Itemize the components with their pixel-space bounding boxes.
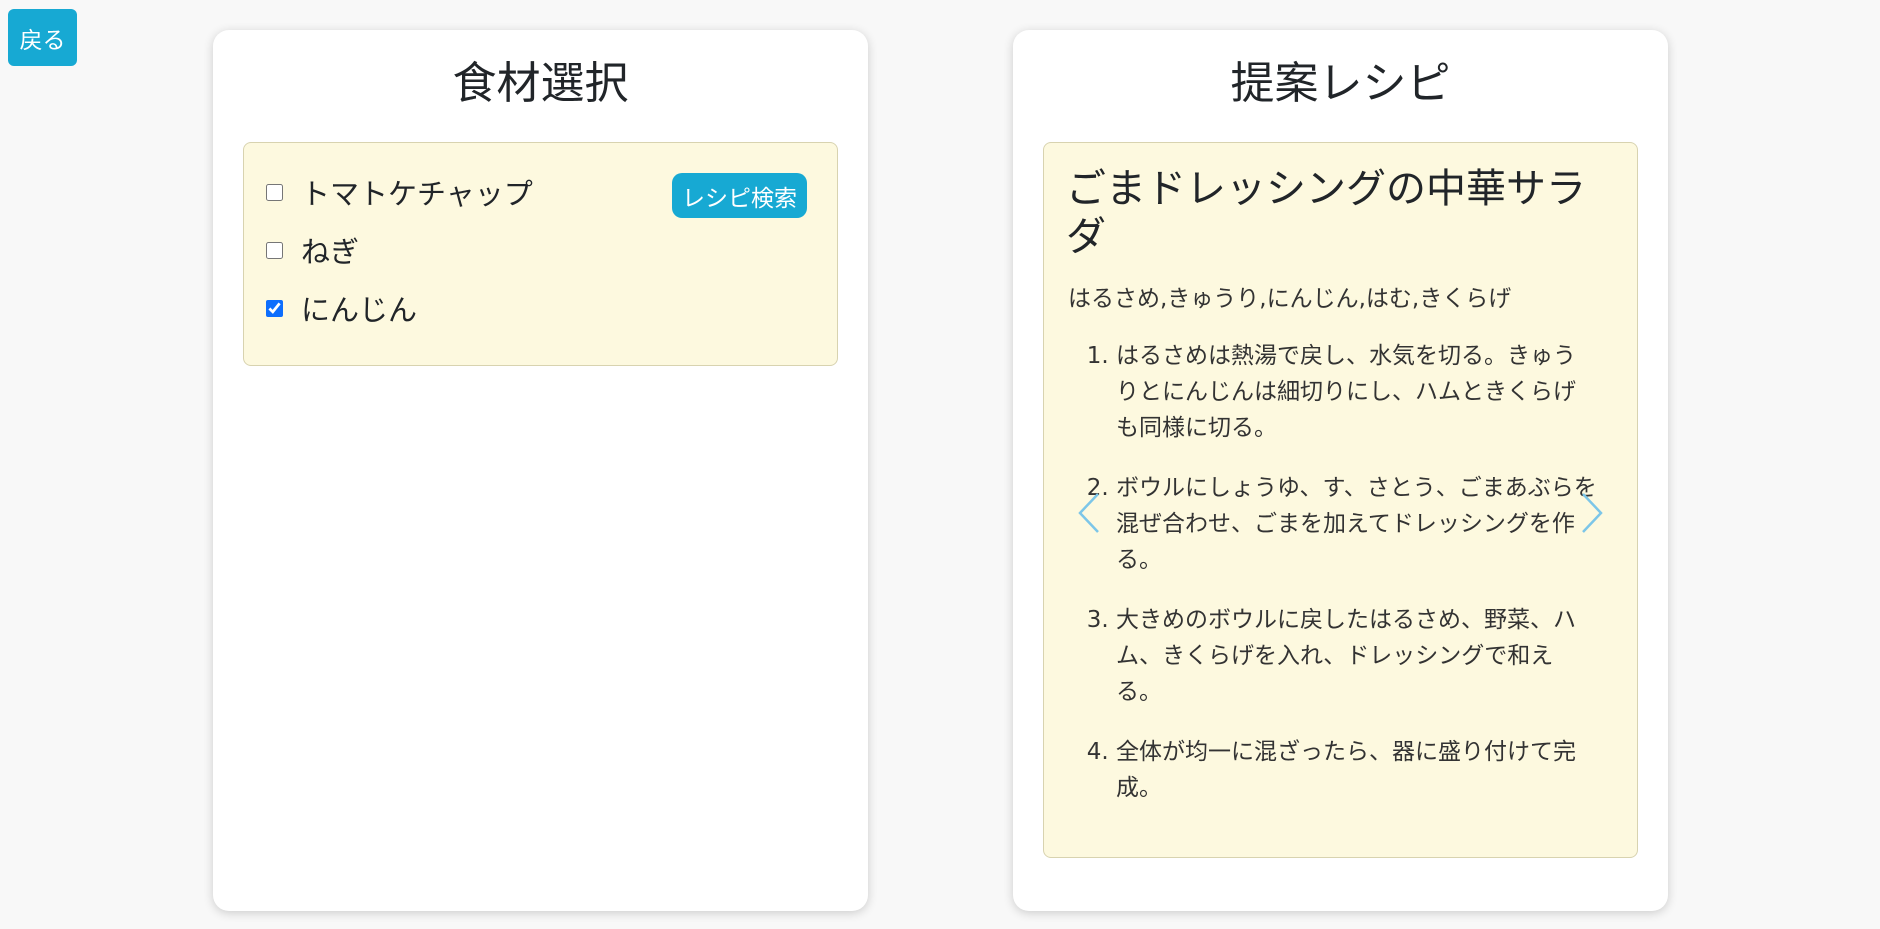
recipe-step: 全体が均一に混ざったら、器に盛り付けて完成。: [1116, 734, 1598, 806]
suggested-recipe-title: 提案レシピ: [1230, 58, 1451, 109]
ingredient-item: ねぎ: [266, 221, 533, 279]
recipe-step: 大きめのボウルに戻したはるさめ、野菜、ハム、きくらげを入れ、ドレッシングで和える…: [1116, 602, 1598, 710]
chevron-right-icon: [1582, 493, 1603, 533]
ingredient-selection-panel: 食材選択 トマトケチャップ ねぎ にんじん レシピ検索: [213, 30, 868, 911]
chevron-left-icon: [1078, 493, 1099, 533]
ingredient-checkbox-ninjin[interactable]: [266, 299, 283, 317]
recipe-steps: はるさめは熱湯で戻し、水気を切る。きゅうりとにんじんは細切りにし、ハムときくらげ…: [1068, 338, 1598, 830]
ingredient-box: トマトケチャップ ねぎ にんじん レシピ検索: [243, 142, 838, 366]
carousel-prev-button[interactable]: [1074, 490, 1104, 536]
recipe-step: ボウルにしょうゆ、す、さとう、ごまあぶらを混ぜ合わせ、ごまを加えてドレッシングを…: [1116, 470, 1598, 578]
ingredient-item: トマトケチャップ: [266, 163, 533, 221]
ingredient-checkbox-negi[interactable]: [266, 241, 283, 259]
recipe-ingredients: はるさめ,きゅうり,にんじん,はむ,きくらげ: [1068, 286, 1512, 312]
ingredient-selection-title: 食材選択: [452, 58, 629, 109]
ingredient-item: にんじん: [266, 279, 533, 337]
recipe-title: ごまドレッシングの中華サラダ: [1066, 166, 1586, 260]
suggested-recipe-panel: 提案レシピ ごまドレッシングの中華サラダ はるさめ,きゅうり,にんじん,はむ,き…: [1013, 30, 1668, 911]
recipe-carousel: ごまドレッシングの中華サラダ はるさめ,きゅうり,にんじん,はむ,きくらげ はる…: [1043, 142, 1638, 858]
ingredient-label: トマトケチャップ: [301, 177, 533, 211]
ingredient-list: トマトケチャップ ねぎ にんじん: [266, 163, 533, 337]
ingredient-label: ねぎ: [301, 235, 360, 269]
ingredient-label: にんじん: [301, 293, 418, 327]
recipe-step: はるさめは熱湯で戻し、水気を切る。きゅうりとにんじんは細切りにし、ハムときくらげ…: [1116, 338, 1598, 446]
recipe-search-button[interactable]: レシピ検索: [672, 173, 807, 218]
carousel-next-button[interactable]: [1577, 490, 1607, 536]
back-button[interactable]: 戻る: [8, 9, 77, 66]
ingredient-checkbox-tomato-ketchup[interactable]: [266, 183, 283, 201]
